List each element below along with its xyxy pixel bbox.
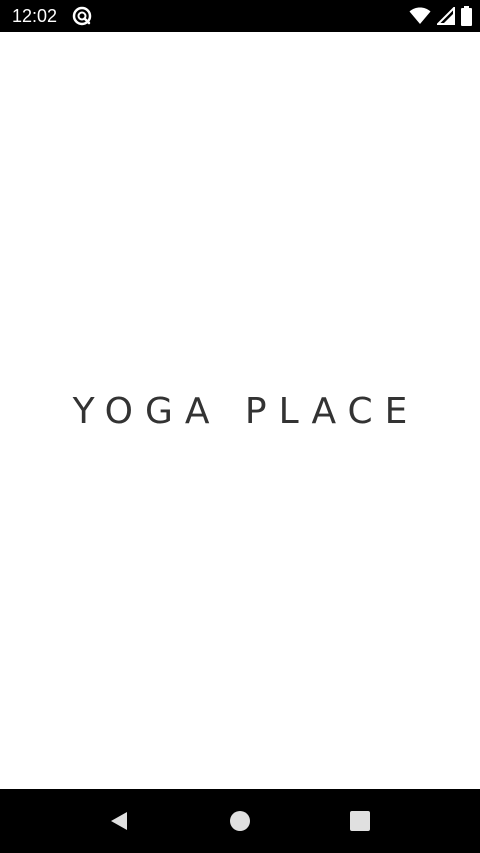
splash-screen: YOGA PLACE (0, 32, 480, 789)
status-time: 12:02 (12, 6, 58, 26)
back-icon[interactable] (107, 809, 131, 833)
battery-icon (461, 6, 472, 26)
app-logo-text: YOGA PLACE (72, 391, 420, 432)
notification-app-icon (72, 6, 92, 26)
cell-signal-icon (437, 7, 455, 25)
navigation-bar (0, 789, 480, 853)
status-bar: 12:02 (0, 0, 480, 32)
status-icons (409, 6, 472, 26)
home-icon[interactable] (228, 809, 252, 833)
recents-icon[interactable] (348, 809, 372, 833)
wifi-icon (409, 7, 431, 24)
